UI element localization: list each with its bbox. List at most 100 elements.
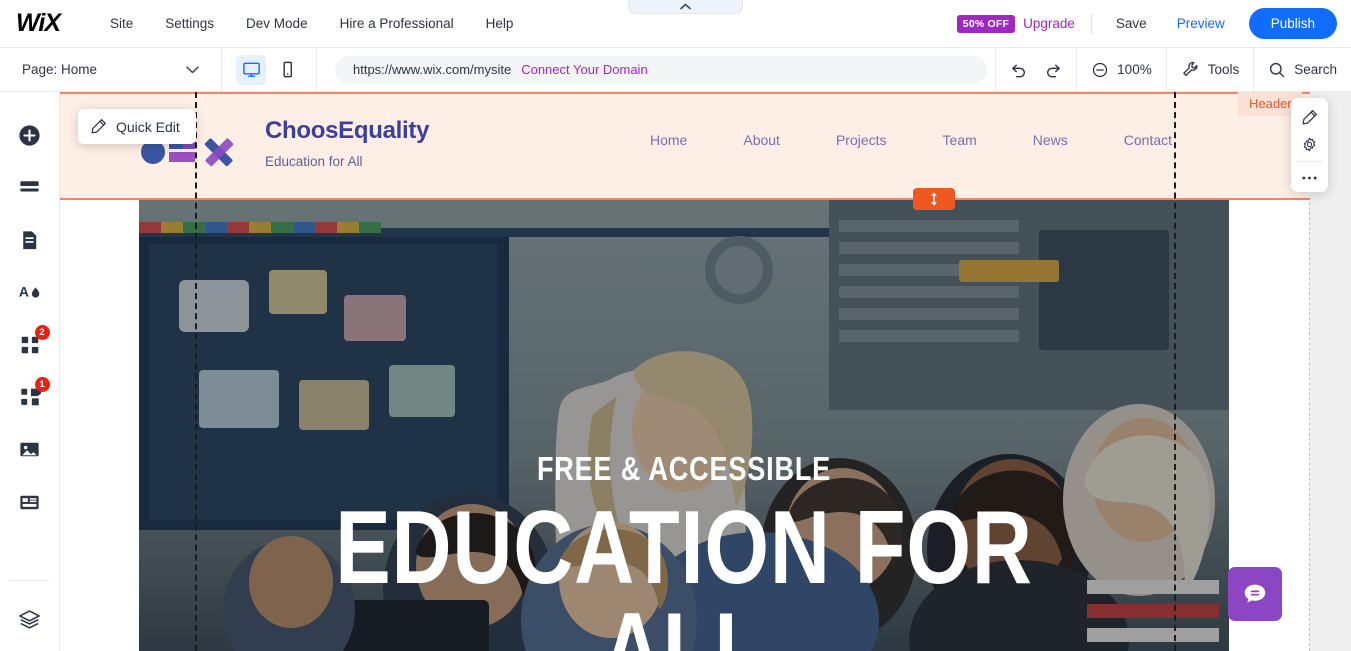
search-label: Search (1294, 62, 1337, 77)
wix-editor-window: WiX Site Settings Dev Mode Hire a Profes… (0, 0, 1351, 651)
mobile-icon (282, 61, 292, 78)
site-nav-team[interactable]: Team (943, 132, 977, 148)
zoom-level-label: 100% (1117, 62, 1152, 77)
search-group: Search (1253, 48, 1351, 91)
sidebar-divider (9, 579, 50, 581)
chevron-up-icon (680, 3, 691, 10)
sidebar-item-my-business[interactable]: 1 (8, 376, 52, 418)
hero-section[interactable]: FREE & ACCESSIBLE EDUCATION FOR ALL (139, 200, 1229, 651)
device-switcher (222, 48, 317, 91)
undo-button[interactable] (1010, 60, 1029, 79)
sidebar-item-app-market[interactable]: 2 (8, 324, 52, 366)
page-selector[interactable]: Page: Home (0, 48, 222, 91)
sidebar-item-add-elements[interactable] (8, 114, 52, 156)
menu-item-help[interactable]: Help (470, 10, 530, 37)
publish-button[interactable]: Publish (1248, 8, 1337, 39)
tools-group: Tools (1165, 48, 1254, 91)
gear-icon (1303, 137, 1316, 152)
image-icon (20, 443, 39, 457)
site-header-section[interactable]: ChoosEquality Education for All Home Abo… (60, 92, 1310, 200)
upgrade-button[interactable]: Upgrade (1023, 16, 1075, 31)
desktop-view-button[interactable] (236, 54, 266, 85)
top-bar-actions: 50% OFF Upgrade Save Preview Publish (956, 8, 1351, 39)
connect-domain-link[interactable]: Connect Your Domain (521, 62, 647, 77)
hero-text-block[interactable]: FREE & ACCESSIBLE EDUCATION FOR ALL (139, 450, 1229, 651)
site-nav-news[interactable]: News (1033, 132, 1068, 148)
history-group (995, 48, 1076, 91)
site-nav-contact[interactable]: Contact (1124, 132, 1172, 148)
sidebar-item-layers[interactable] (8, 599, 52, 641)
menu-item-hire-a-professional[interactable]: Hire a Professional (324, 10, 470, 37)
collapse-panel-tab[interactable] (628, 0, 743, 14)
site-nav-about[interactable]: About (743, 132, 780, 148)
site-canvas[interactable]: ChoosEquality Education for All Home Abo… (60, 92, 1328, 651)
chevron-down-icon (186, 61, 199, 79)
sidebar-item-site-design[interactable]: A (8, 271, 52, 313)
tools-label: Tools (1207, 62, 1240, 77)
menu-item-site[interactable]: Site (94, 10, 149, 37)
svg-text:A: A (18, 283, 28, 299)
divider (1090, 13, 1092, 34)
sidebar-item-media-manager[interactable] (8, 429, 52, 471)
ellipsis-icon (1302, 177, 1317, 180)
wix-logo[interactable]: WiX (16, 9, 70, 38)
tools-button[interactable]: Tools (1181, 60, 1240, 79)
site-nav-projects[interactable]: Projects (836, 132, 887, 148)
wrench-icon (1182, 61, 1198, 77)
theme-icon: A (18, 283, 39, 299)
vertical-resize-icon (931, 192, 937, 206)
editor-stage: ChoosEquality Education for All Home Abo… (60, 92, 1351, 651)
site-url-text: https://www.wix.com/mysite (353, 62, 512, 77)
zoom-group: 100% (1076, 48, 1166, 91)
plus-circle-icon (19, 125, 40, 146)
brand-title: ChoosEquality (265, 117, 430, 144)
top-menu: Site Settings Dev Mode Hire a Profession… (94, 10, 529, 37)
redo-icon (1047, 64, 1061, 78)
section-more-options-button[interactable] (1293, 165, 1326, 192)
desktop-icon (242, 62, 260, 77)
pencil-icon (91, 119, 106, 134)
chat-bubble-icon (1244, 584, 1266, 603)
section-settings-button[interactable] (1293, 131, 1326, 158)
section-resize-handle[interactable] (913, 188, 955, 210)
brand-subtitle: Education for All (265, 154, 363, 169)
quick-edit-label: Quick Edit (116, 118, 180, 135)
app-market-badge: 2 (34, 324, 50, 340)
divider (1296, 161, 1323, 162)
undo-icon (1012, 64, 1026, 78)
left-sidebar: A 2 1 (0, 92, 60, 651)
sidebar-item-pages[interactable] (8, 219, 52, 261)
search-button[interactable]: Search (1268, 61, 1337, 79)
menu-item-settings[interactable]: Settings (149, 10, 230, 37)
section-icon (20, 181, 39, 192)
zoom-out-icon (1093, 62, 1108, 77)
sidebar-item-add-section[interactable] (8, 166, 52, 208)
chat-widget-button[interactable] (1228, 567, 1282, 621)
menu-item-dev-mode[interactable]: Dev Mode (230, 10, 324, 37)
site-navigation: Home About Projects Team News Contact (650, 132, 1172, 148)
site-url-bar[interactable]: https://www.wix.com/mysite Connect Your … (335, 55, 987, 84)
preview-button[interactable]: Preview (1169, 16, 1233, 31)
pencil-icon (1302, 110, 1317, 125)
toolbar-right-actions: 100% Tools Search (995, 48, 1351, 91)
sidebar-item-content-manager[interactable] (8, 481, 52, 523)
site-brand: ChoosEquality Education for All (265, 117, 429, 169)
editor-toolbar: Page: Home https://www.wix.com/mysite Co… (0, 48, 1351, 92)
zoom-out-button[interactable]: 100% (1091, 61, 1152, 79)
page-selector-label: Page: Home (22, 62, 98, 77)
search-icon (1270, 62, 1285, 77)
site-nav-home[interactable]: Home (650, 132, 687, 148)
hero-title: EDUCATION FOR ALL (335, 490, 1033, 651)
edit-section-button[interactable] (1293, 104, 1326, 131)
redo-button[interactable] (1043, 60, 1062, 79)
promo-badge: 50% OFF (956, 14, 1016, 33)
hero-kicker: FREE & ACCESSIBLE (536, 450, 832, 487)
save-button[interactable]: Save (1108, 16, 1155, 31)
quick-edit-button[interactable]: Quick Edit (78, 109, 196, 144)
my-business-badge: 1 (34, 377, 50, 393)
page-icon (23, 230, 37, 249)
mobile-view-button[interactable] (272, 55, 302, 85)
layers-icon (19, 610, 40, 629)
table-icon (20, 495, 39, 510)
section-action-panel (1291, 98, 1328, 192)
